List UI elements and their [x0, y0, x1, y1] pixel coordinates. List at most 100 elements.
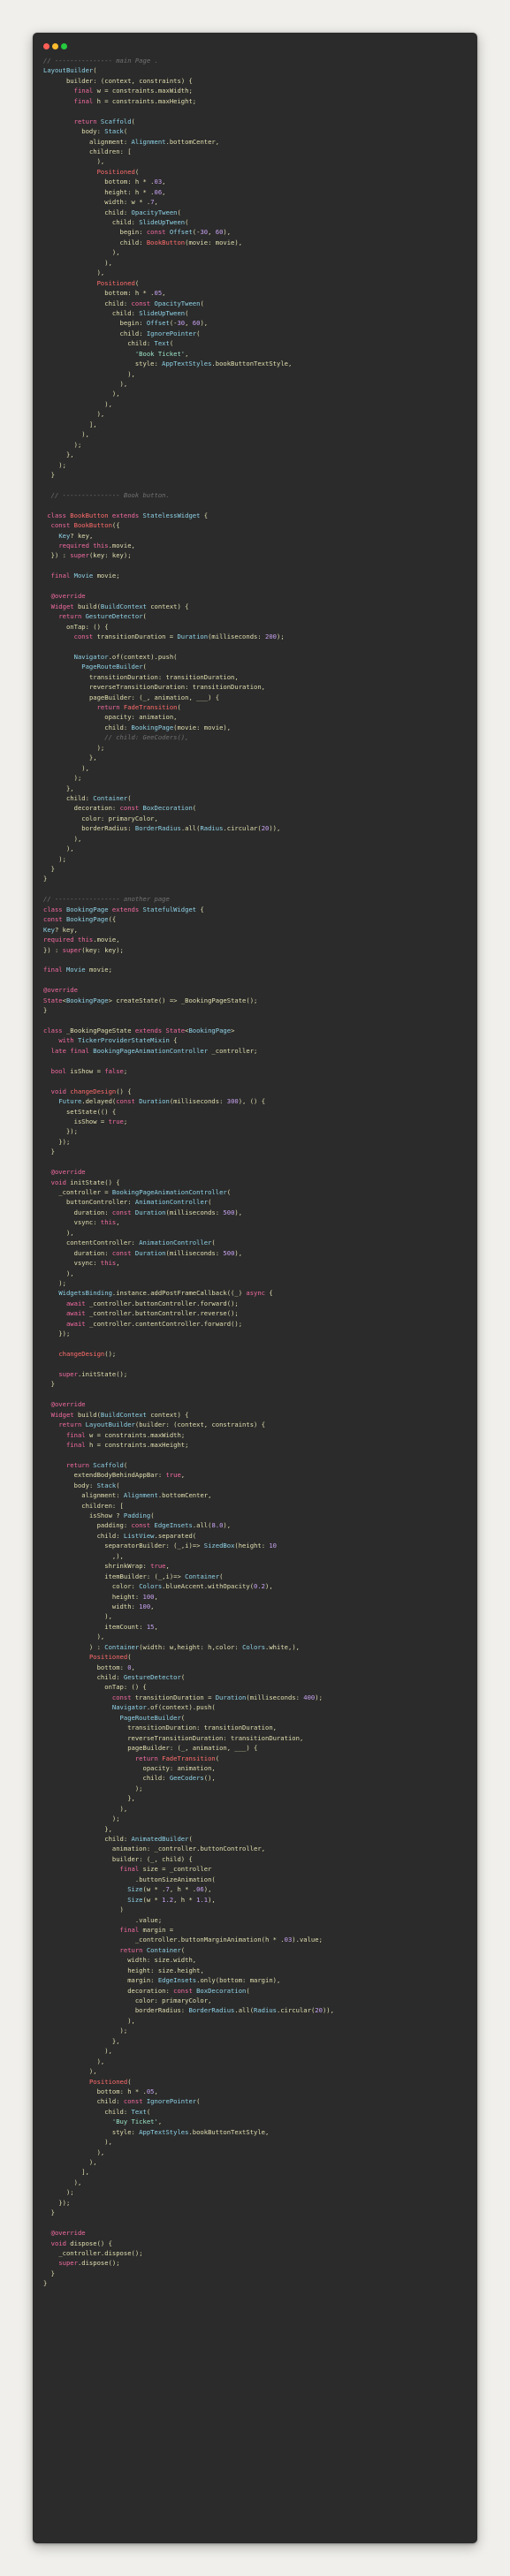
code-line: ),: [43, 2067, 97, 2076]
code-line: Key? key,: [58, 531, 94, 540]
code-line: @override: [50, 1400, 86, 1409]
code-line: Size(w * 1.2, h * 1.1),: [127, 1895, 216, 1904]
code-line: ),: [43, 1612, 112, 1621]
code-line: },: [43, 451, 74, 459]
code-line: return Container(: [119, 1945, 186, 1954]
code-window: // --------------- main Page . LayoutBuil…: [33, 33, 477, 2543]
window-titlebar: [33, 33, 477, 50]
code-line: });: [43, 1137, 71, 1146]
code-line: body: Stack(: [73, 1481, 120, 1489]
code-line: // --------------- Book button.: [50, 490, 170, 499]
code-line: style: AppTextStyles.bookButtonTextStyle…: [134, 360, 293, 368]
code-line: isShow ? Padding(: [88, 1512, 155, 1519]
code-line: State<BookingPage> createState() => _Boo…: [43, 996, 258, 1004]
code-line: return FadeTransition(: [134, 1754, 220, 1762]
code-line: final w = constraints.maxWidth;: [65, 1430, 186, 1439]
code-line: });: [43, 1330, 71, 1338]
code-line: });: [43, 2198, 71, 2207]
code-line: Positioned(: [96, 167, 140, 176]
code-line: _controller.dispose();: [58, 2248, 143, 2257]
code-line: final h = constraints.maxHeight;: [65, 1440, 189, 1449]
code-line: final size = _controller: [119, 1865, 212, 1874]
code-line: return LayoutBuilder(builder: (context, …: [58, 1421, 266, 1429]
code-line: vsync: this,: [73, 1259, 120, 1268]
code-line: isShow = true;: [73, 1117, 128, 1125]
code-line: reverseTransitionDuration: transitionDur…: [88, 683, 265, 692]
code-line: ),: [43, 1633, 105, 1641]
code-line: ),: [43, 845, 74, 853]
code-line: .buttonSizeAnimation(: [43, 1875, 216, 1883]
code-line: }) : super(key: key);: [43, 945, 124, 954]
code-line: ),: [43, 269, 105, 277]
code-line: .value;: [43, 1915, 163, 1924]
code-line: opacity: animation,: [104, 713, 178, 722]
code-line: await _controller.contentController.forw…: [65, 1319, 243, 1328]
code-line: pageBuilder: (_, animation, ___) {: [88, 693, 220, 701]
code-line: contentController: AnimationController(: [65, 1239, 216, 1247]
code-line: child: GeeCoders(),: [142, 1774, 216, 1783]
code-line: final margin =: [119, 1925, 174, 1934]
code-line: );: [43, 1815, 120, 1823]
code-line: }: [43, 2269, 55, 2277]
code-line: @override: [50, 2229, 86, 2238]
code-line: with TickerProviderStateMixin {: [58, 1036, 178, 1045]
code-line: body: Stack(: [81, 127, 128, 136]
code-line: reverseTransitionDuration: transitionDur…: [127, 1733, 304, 1742]
code-line: @override: [50, 592, 86, 601]
code-line: bottom: 0,: [96, 1663, 135, 1671]
code-line: void dispose() {: [50, 2239, 112, 2247]
code-line: itemBuilder: (_,i)=> Container(: [104, 1572, 224, 1580]
code-line: );: [43, 1278, 66, 1287]
code-line: const BookingPage({: [43, 915, 117, 924]
code-line: color: primaryColor,: [134, 1996, 212, 2004]
code-line: await _controller.buttonController.rever…: [65, 1309, 239, 1318]
code-line: begin: Offset(-30, 60),: [119, 319, 209, 328]
code-line: }) : super(key: key);: [43, 551, 132, 560]
code-line: begin: const Offset(-30, 60),: [119, 228, 232, 237]
code-line: decoration: const BoxDecoration(: [73, 804, 197, 813]
minimize-window-icon[interactable]: [52, 43, 58, 49]
close-window-icon[interactable]: [43, 43, 49, 49]
code-line: );: [43, 440, 82, 449]
code-line: style: AppTextStyles.bookButtonTextStyle…: [111, 2127, 270, 2136]
code-line: ),: [43, 763, 89, 772]
code-line: width: w * .7,: [104, 198, 158, 207]
code-line: separatorBuilder: (_,i)=> SizedBox(heigh…: [104, 1542, 278, 1550]
code-line: ),: [43, 1804, 128, 1813]
zoom-window-icon[interactable]: [61, 43, 67, 49]
code-line: required this.movie,: [58, 542, 135, 549]
code-line: // ----------------- another page: [43, 895, 170, 904]
code-line: @override: [43, 986, 78, 995]
code-line: );: [43, 854, 66, 863]
code-line: PageRouteBuilder(: [81, 663, 147, 671]
code-line: ],: [43, 2168, 89, 2177]
code-line: borderRadius: BorderRadius.all(Radius.ci…: [134, 2006, 334, 2015]
code-line: class _BookingPageState extends State<Bo…: [43, 1027, 235, 1034]
code-line: bool isShow = false;: [50, 1066, 128, 1075]
code-line: },: [43, 754, 97, 762]
code-line: ),: [43, 2138, 112, 2147]
code-line: Positioned(: [88, 2077, 132, 2086]
code-line: await _controller.buttonController.forwa…: [65, 1299, 239, 1307]
code-line: ),: [43, 157, 105, 166]
code-line: ,),: [43, 1551, 124, 1560]
code-line: color: primaryColor,: [81, 814, 158, 822]
code-line: bottom: h * .05,: [104, 289, 166, 298]
code-line: );: [43, 774, 82, 783]
code-line: }: [43, 470, 55, 479]
code-line: child: OpacityTween(: [104, 208, 181, 216]
code-line: }: [43, 1006, 48, 1015]
code-line: ),: [43, 390, 120, 398]
code-line: decoration: const BoxDecoration(: [127, 1986, 250, 1995]
code-line: }: [43, 1148, 55, 1156]
code-line: const transitionDuration = Duration(mill…: [111, 1693, 323, 1701]
